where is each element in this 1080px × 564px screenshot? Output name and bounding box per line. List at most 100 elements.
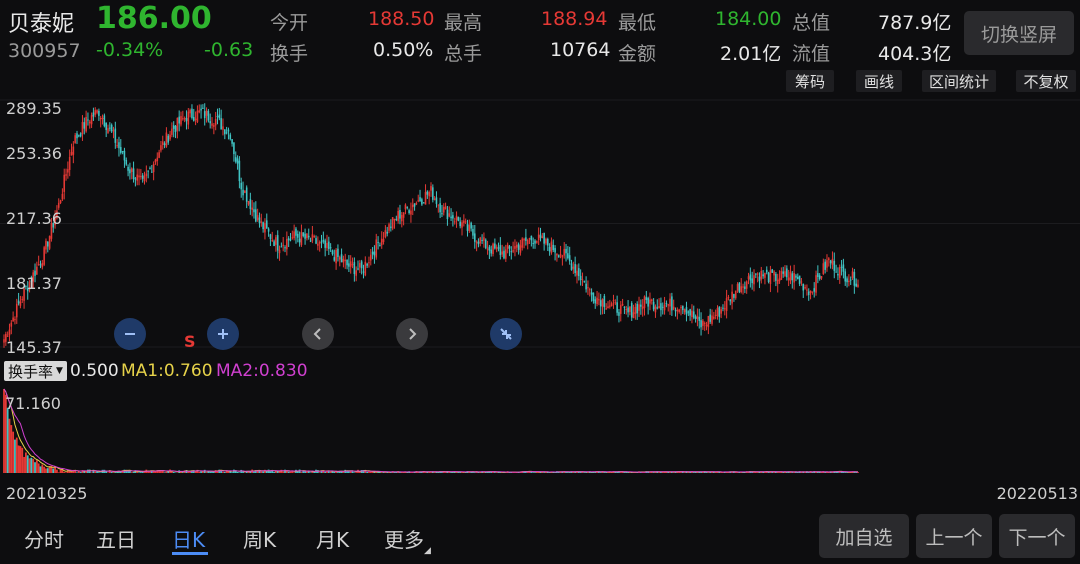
candle xyxy=(214,111,217,131)
candle xyxy=(397,207,399,224)
previous-stock-button[interactable]: 上一个 xyxy=(916,514,992,558)
candle xyxy=(373,245,376,264)
price-adjust-button[interactable]: 不复权 xyxy=(1016,70,1076,92)
turnover-bar xyxy=(619,472,622,473)
candle xyxy=(313,234,316,239)
candle xyxy=(729,299,732,306)
candle xyxy=(725,289,728,319)
zoom-out-button[interactable] xyxy=(114,318,146,350)
range-stats-button[interactable]: 区间统计 xyxy=(922,70,996,92)
turnover-bar xyxy=(844,472,847,473)
switch-portrait-button[interactable]: 切换竖屏 xyxy=(964,11,1074,55)
candle xyxy=(172,121,175,138)
turnover-bar xyxy=(262,471,265,473)
candle xyxy=(154,158,157,165)
candle xyxy=(619,301,622,322)
turnover-bar xyxy=(355,472,358,473)
turnover-bar xyxy=(260,471,263,473)
turnover-bar xyxy=(424,472,427,473)
candle xyxy=(680,305,682,316)
candle xyxy=(267,227,270,237)
candle xyxy=(506,242,509,254)
candle xyxy=(264,218,266,240)
candle xyxy=(45,238,47,254)
candle xyxy=(534,239,536,249)
turnover-bar xyxy=(99,472,102,473)
candle xyxy=(565,243,567,262)
candle xyxy=(663,296,666,315)
candle xyxy=(222,118,224,136)
tab-weekly-k[interactable]: 周K xyxy=(243,524,276,553)
candle xyxy=(510,246,513,260)
candle xyxy=(401,211,403,228)
candle xyxy=(515,241,518,253)
next-stock-button[interactable]: 下一个 xyxy=(999,514,1075,558)
candle xyxy=(650,298,653,305)
reset-view-button[interactable] xyxy=(490,318,522,350)
candle xyxy=(96,109,98,115)
candle xyxy=(422,201,425,204)
candle xyxy=(806,284,808,296)
candle xyxy=(415,201,418,206)
candle xyxy=(645,290,648,304)
candle xyxy=(238,156,241,189)
draw-line-button[interactable]: 画线 xyxy=(856,70,902,92)
candle xyxy=(121,150,124,155)
candle xyxy=(125,157,128,166)
candle xyxy=(417,194,420,203)
candle xyxy=(364,256,367,277)
tab-intraday[interactable]: 分时 xyxy=(24,524,64,553)
candle xyxy=(800,277,803,286)
candle xyxy=(671,292,673,316)
candle xyxy=(109,122,111,132)
change-amount: -0.63 xyxy=(204,39,254,61)
turnover-bar xyxy=(139,472,142,473)
scroll-left-button[interactable] xyxy=(302,318,334,350)
candle xyxy=(692,305,695,320)
candle xyxy=(156,152,159,166)
turnover-bar xyxy=(107,472,109,473)
tab-more[interactable]: 更多◢ xyxy=(384,524,431,556)
candle xyxy=(521,237,524,251)
chips-button[interactable]: 筹码 xyxy=(786,70,834,92)
add-watchlist-button[interactable]: 加自选 xyxy=(819,514,909,558)
indicator-selector[interactable]: 换手率 ▼ xyxy=(4,361,67,381)
turnover-bar xyxy=(366,471,369,473)
candle xyxy=(194,111,197,126)
candle xyxy=(329,243,332,252)
candle xyxy=(764,272,766,285)
candle xyxy=(694,314,697,323)
candle xyxy=(450,208,452,221)
turnover-bar xyxy=(707,472,710,473)
tab-daily-k[interactable]: 日K xyxy=(172,524,205,553)
candle xyxy=(678,308,680,314)
scroll-right-button[interactable] xyxy=(396,318,428,350)
candle xyxy=(751,271,753,290)
candlestick-chart[interactable] xyxy=(0,95,1080,357)
candle xyxy=(479,236,482,247)
candle xyxy=(765,266,768,275)
current-price: 186.00 xyxy=(96,1,212,36)
candle xyxy=(652,298,655,312)
tab-monthly-k[interactable]: 月K xyxy=(316,524,349,553)
candle xyxy=(720,306,722,319)
candle xyxy=(495,244,498,253)
candle xyxy=(512,241,514,253)
candle xyxy=(813,282,816,298)
candle xyxy=(379,242,381,247)
candle xyxy=(798,275,801,287)
candle xyxy=(711,309,713,326)
candle xyxy=(19,295,22,309)
candle xyxy=(446,205,449,226)
turnover-bar xyxy=(380,472,383,473)
zoom-in-button[interactable] xyxy=(207,318,239,350)
candle xyxy=(669,293,671,315)
candle xyxy=(74,132,76,144)
candle xyxy=(784,265,786,278)
candle xyxy=(758,272,761,289)
tab-five-day[interactable]: 五日 xyxy=(96,524,136,553)
turnover-bar xyxy=(24,452,27,473)
candle xyxy=(731,284,733,310)
candle xyxy=(151,165,153,173)
candle xyxy=(698,308,701,329)
